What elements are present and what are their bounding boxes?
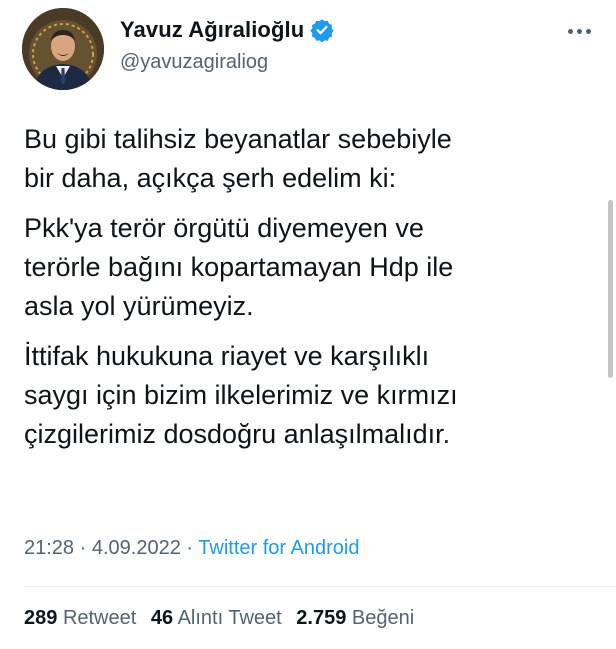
meta-separator: ·	[79, 537, 87, 559]
tweet-time[interactable]: 21:28	[24, 537, 74, 559]
tweet-date[interactable]: 4.09.2022	[92, 537, 181, 559]
tweet-line: İttifak hukukuna riayet ve karşılıklı	[24, 341, 430, 371]
more-horizontal-icon[interactable]	[568, 24, 594, 38]
likes-stat[interactable]: 2.759 Beğeni	[296, 607, 414, 629]
tweet-stats: 289 Retweet 46 Alıntı Tweet 2.759 Beğeni	[24, 607, 423, 630]
more-dot	[586, 28, 591, 34]
quotes-stat[interactable]: 46 Alıntı Tweet	[151, 607, 282, 629]
more-dot	[577, 28, 582, 34]
tweet-line: Pkk'ya terör örgütü diyemeyen ve	[24, 213, 424, 243]
more-dot	[568, 28, 573, 34]
tweet-line: saygı için bizim ilkelerimiz ve kırmızı	[24, 380, 458, 410]
quotes-count: 46	[150, 607, 174, 629]
tweet-line: çizgilerimiz dosdoğru anlaşılmalıdır.	[24, 419, 451, 449]
tweet-text: Bu gibi talihsiz beyanatlar sebebiyle bi…	[24, 120, 584, 465]
retweets-label: Retweet	[62, 607, 137, 629]
retweets-count: 289	[24, 607, 58, 629]
tweet-line: bir daha, açıkça şerh edelim ki:	[24, 163, 397, 193]
tweet-source-link[interactable]: Twitter for Android	[198, 537, 359, 559]
author-handle[interactable]: @yavuzagiraliog	[120, 51, 268, 74]
tweet-line: asla yol yürümeyiz.	[24, 291, 254, 321]
author-name-row: Yavuz Ağıralioğlu	[120, 17, 334, 43]
scrollbar[interactable]	[608, 200, 613, 378]
retweets-stat[interactable]: 289 Retweet	[24, 607, 136, 629]
profile-photo	[22, 8, 104, 90]
quotes-label: Alıntı Tweet	[177, 607, 282, 629]
likes-label: Beğeni	[351, 607, 415, 629]
tweet-paragraph: Pkk'ya terör örgütü diyemeyen ve terörle…	[24, 209, 584, 326]
tweet-line: Bu gibi talihsiz beyanatlar sebebiyle	[24, 124, 452, 154]
meta-separator: ·	[186, 537, 194, 559]
tweet-line: terörle bağını kopartamayan Hdp ile	[24, 252, 454, 282]
tweet-metadata: 21:28 · 4.09.2022 · Twitter for Android	[24, 537, 359, 560]
tweet-paragraph: İttifak hukukuna riayet ve karşılıklı sa…	[24, 337, 584, 454]
likes-count: 2.759	[296, 607, 347, 629]
divider	[24, 586, 616, 587]
avatar[interactable]	[22, 8, 104, 90]
verified-badge-icon	[310, 19, 334, 42]
tweet-paragraph: Bu gibi talihsiz beyanatlar sebebiyle bi…	[24, 120, 584, 198]
author-name[interactable]: Yavuz Ağıralioğlu	[120, 17, 304, 43]
